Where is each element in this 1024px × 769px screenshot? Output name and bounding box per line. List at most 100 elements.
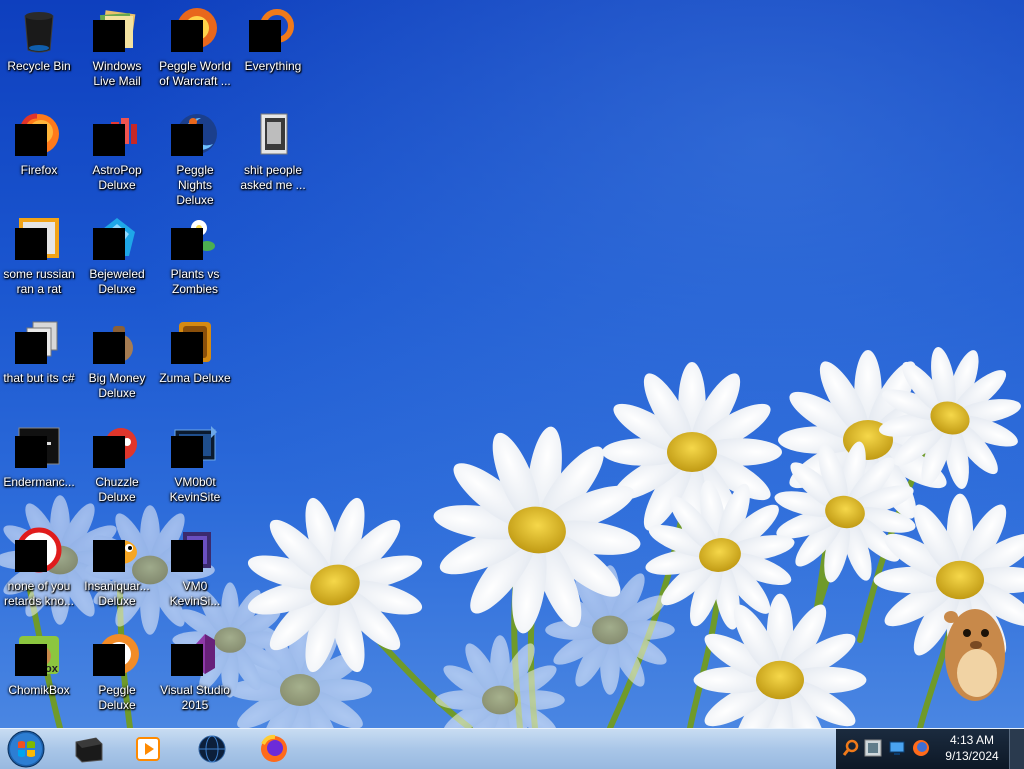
visual-studio-icon xyxy=(171,630,219,678)
redaction-block xyxy=(15,124,47,156)
black-box-icon xyxy=(75,737,103,763)
desktop-icon-label: Peggle Deluxe xyxy=(98,683,136,712)
redaction-block xyxy=(171,436,203,468)
desktop-icon-label: Peggle World of Warcraft ... xyxy=(159,59,231,88)
redaction-block xyxy=(93,124,125,156)
search-app-icon xyxy=(249,6,297,54)
desktop-icon-shit-people-asked-me[interactable]: shit people asked me ... xyxy=(234,106,312,206)
redaction-block xyxy=(15,436,47,468)
desktop-icon-label: Zuma Deluxe xyxy=(159,371,231,385)
bejeweled-icon xyxy=(93,214,141,262)
show-desktop-button[interactable] xyxy=(1009,729,1024,769)
search-tray-icon[interactable] xyxy=(842,739,860,757)
desktop-icon-label: Windows Live Mail xyxy=(92,59,142,88)
media-player-icon xyxy=(136,737,160,761)
desktop-icon-label: Everything xyxy=(244,59,302,73)
chomikbox-icon: ox xyxy=(15,630,63,678)
folder-icon xyxy=(249,110,297,158)
system-tray: 4:13 AM 9/13/2024 xyxy=(836,729,1024,769)
network-tray-icon[interactable] xyxy=(864,739,882,757)
taskbar-clock[interactable]: 4:13 AM 9/13/2024 xyxy=(936,732,1008,764)
globe-icon xyxy=(198,735,226,763)
desktop-icon-that-but-its-csharp[interactable]: that but its c# xyxy=(0,314,78,414)
zuma-icon xyxy=(171,318,219,366)
desktop-icon-chuzzle-deluxe[interactable]: Chuzzle Deluxe xyxy=(78,418,156,518)
desktop-icon-label: Insaniquar... Deluxe xyxy=(84,579,150,608)
taskbar-app-media-player[interactable] xyxy=(120,731,176,767)
redaction-block xyxy=(171,644,203,676)
astropop-icon xyxy=(93,110,141,158)
desktop-icon-bejeweled-deluxe[interactable]: Bejeweled Deluxe xyxy=(78,210,156,310)
desktop-icon-label: Chuzzle Deluxe xyxy=(95,475,139,504)
desktop-icon-zuma-deluxe[interactable]: Zuma Deluxe xyxy=(156,314,234,414)
taskbar-app-terminal[interactable] xyxy=(60,731,116,767)
redaction-block xyxy=(93,20,125,52)
desktop-icon-label: Big Money Deluxe xyxy=(88,371,146,400)
desktop-icon-vm0b0t-kevinsite[interactable]: VM0b0t KevinSite xyxy=(156,418,234,518)
redaction-block xyxy=(93,332,125,364)
desktop-icon-peggle-nights-deluxe[interactable]: Peggle Nights Deluxe xyxy=(156,106,234,207)
desktop-icon-none-of-you[interactable]: none of you retards kno... xyxy=(0,522,78,622)
desktop-icon-vm0-kevinsite[interactable]: VM0 KevinSi... xyxy=(156,522,234,622)
taskbar-app-globe[interactable] xyxy=(184,731,240,767)
desktop-icon-label: AstroPop Deluxe xyxy=(92,163,142,192)
start-button[interactable] xyxy=(4,730,48,768)
desktop-icon-label: ChomikBox xyxy=(8,683,70,697)
fish-icon xyxy=(93,526,141,574)
desktop-icon-peggle-world-of-warcraft[interactable]: Peggle World of Warcraft ... xyxy=(156,2,234,102)
money-bag-icon xyxy=(93,318,141,366)
peggle-nights-icon xyxy=(171,110,219,158)
desktop-icon-label: Endermanc... xyxy=(3,475,75,489)
redaction-block xyxy=(93,644,125,676)
desktop-icon-plants-vs-zombies[interactable]: Plants vs Zombies xyxy=(156,210,234,310)
desktop-icon-windows-live-mail[interactable]: Windows Live Mail xyxy=(78,2,156,102)
app-window-icon xyxy=(15,422,63,470)
redaction-block xyxy=(15,228,47,260)
plants-vs-zombies-icon xyxy=(171,214,219,262)
desktop-icon-some-russian-ran-a-rat[interactable]: e some russian ran a rat xyxy=(0,210,78,310)
windows-logo-icon xyxy=(7,730,45,768)
desktop-icon-label: shit people asked me ... xyxy=(240,163,306,192)
redaction-block xyxy=(171,540,203,572)
firefox-icon xyxy=(15,110,63,158)
desktop-icon-peggle-deluxe[interactable]: Peggle Deluxe xyxy=(78,626,156,726)
desktop-icon-astropop-deluxe[interactable]: AstroPop Deluxe xyxy=(78,106,156,206)
desktop-icon-label: VM0b0t KevinSite xyxy=(169,475,221,504)
desktop-icon-insaniquarium-deluxe[interactable]: Insaniquar... Deluxe xyxy=(78,522,156,622)
desktop-icon-label: Firefox xyxy=(20,163,58,177)
redaction-block xyxy=(171,124,203,156)
desktop-icon-label: Recycle Bin xyxy=(7,59,71,73)
desktop-icon-label: Plants vs Zombies xyxy=(170,267,220,296)
desktop-icon-endermanc[interactable]: Endermanc... xyxy=(0,418,78,518)
clock-time: 4:13 AM xyxy=(949,733,995,747)
desktop-icon-big-money-deluxe[interactable]: Big Money Deluxe xyxy=(78,314,156,414)
firefox-tray-icon[interactable] xyxy=(912,739,930,757)
redaction-block xyxy=(249,20,281,52)
redaction-block xyxy=(171,228,203,260)
desktop-icon-label: VM0 KevinSi... xyxy=(169,579,221,608)
redaction-block xyxy=(93,540,125,572)
svg-text:ox: ox xyxy=(45,663,59,675)
desktop-icon-firefox[interactable]: Firefox xyxy=(0,106,78,206)
chuzzle-icon xyxy=(93,422,141,470)
recycle-bin-icon xyxy=(15,6,63,54)
redaction-block xyxy=(15,332,47,364)
clock-date: 9/13/2024 xyxy=(945,749,999,763)
redaction-block xyxy=(93,436,125,468)
vm-shortcut-icon xyxy=(171,526,219,574)
desktop-icon-chomikbox[interactable]: ox ChomikBox xyxy=(0,626,78,726)
desktop-icon-everything[interactable]: Everything xyxy=(234,2,312,102)
peggle-deluxe-icon xyxy=(93,630,141,678)
peggle-icon xyxy=(171,6,219,54)
desktop-icon-label: Bejeweled Deluxe xyxy=(89,267,145,296)
redaction-block xyxy=(15,644,47,676)
desktop-icon-label: some russian ran a rat xyxy=(3,267,75,296)
desktop-icon-recycle-bin[interactable]: Recycle Bin xyxy=(0,2,78,102)
display-tray-icon[interactable] xyxy=(888,739,906,757)
taskbar-app-firefox[interactable] xyxy=(246,731,302,767)
redaction-block xyxy=(171,20,203,52)
redaction-block xyxy=(93,228,125,260)
desktop-icon-label: that but its c# xyxy=(3,371,75,385)
desktop[interactable]: Recycle Bin Firefox e some russian ran a… xyxy=(0,0,1024,728)
desktop-icon-visual-studio-2015[interactable]: Visual Studio 2015 xyxy=(156,626,234,726)
